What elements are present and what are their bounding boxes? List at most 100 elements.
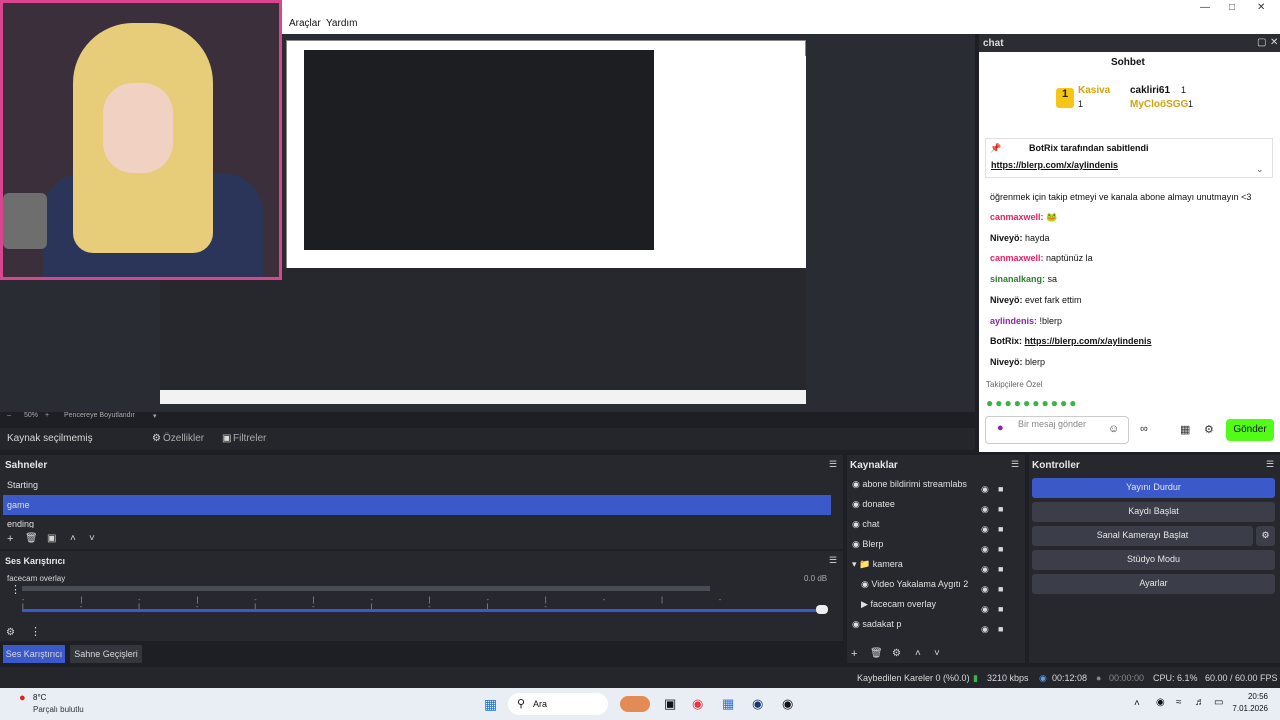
emoji-icon[interactable]: ☺ <box>1108 423 1119 435</box>
chevron-up-icon[interactable]: ˄ <box>1134 698 1140 709</box>
more-options-icon[interactable]: ⋮ <box>30 625 41 638</box>
visibility-eye-icon[interactable]: ◉ ◉ ◉ ◉ ◉ ◉ ◉ ◉ <box>981 479 989 639</box>
stop-stream-button[interactable]: Yayını Durdur <box>1032 478 1275 498</box>
store-icon[interactable]: ▦ <box>722 696 734 712</box>
menu-tools[interactable]: Araçlar <box>289 18 321 29</box>
gear-icon[interactable]: ⚙ <box>1204 423 1214 436</box>
tab-mixer[interactable]: Ses Karıştırıcı <box>3 645 65 663</box>
pin-icon: 📌 <box>990 143 1002 153</box>
webcam-mug <box>3 193 47 249</box>
chevron-down-icon[interactable]: ˅ <box>89 533 95 544</box>
scene-item[interactable]: game <box>7 500 30 510</box>
tab-transitions[interactable]: Sahne Geçişleri <box>70 645 142 663</box>
filter-icon[interactable]: ▣ <box>47 533 56 544</box>
filter-icon: ▣ <box>222 433 232 444</box>
filters-button[interactable]: Filtreler <box>233 433 266 444</box>
chrome-icon[interactable]: ◉ <box>692 696 703 712</box>
preview-zoom-row: – 50% + Pencereye Boyutlandır ▾ <box>0 412 975 424</box>
pinned-link[interactable]: https://blerp.com/x/aylindenis <box>991 160 1118 170</box>
chevron-up-icon[interactable]: ˄ <box>915 648 921 659</box>
meter-scale: -|-|-|-|-|-|-|-|-|-|-|- <box>22 597 778 611</box>
chevron-down-icon[interactable]: ˅ <box>934 648 940 659</box>
close-icon[interactable]: ✕ <box>1270 37 1278 48</box>
virtual-cam-settings-button[interactable]: ⚙ <box>1256 526 1275 546</box>
chat-message: canmaxwell: naptünüz la <box>990 253 1093 263</box>
widget-thumbnail[interactable] <box>620 696 650 712</box>
source-item[interactable]: ◉ Blerp <box>852 539 883 550</box>
volume-slider[interactable] <box>22 609 822 612</box>
zoom-level[interactable]: 50% <box>24 412 38 419</box>
start-virtual-cam-button[interactable]: Sanal Kamerayı Başlat <box>1032 526 1253 546</box>
task-view-icon[interactable]: ▣ <box>664 696 676 712</box>
undock-icon[interactable]: ▢ <box>1257 37 1266 48</box>
fit-window-button[interactable]: Pencereye Boyutlandır <box>64 412 135 419</box>
nested-obs-preview <box>304 50 654 250</box>
chevron-down-icon[interactable]: ▾ <box>852 559 857 569</box>
expand-chevron-icon[interactable]: ⌄ <box>1256 164 1264 175</box>
chat-message: aylindenis: !blerp <box>990 316 1063 326</box>
volume-slider-handle[interactable] <box>816 605 828 614</box>
clock-time[interactable]: 20:56 <box>1232 692 1268 701</box>
source-item[interactable]: ◉ donatee <box>852 499 895 510</box>
more-options-icon[interactable]: ⋮ <box>10 583 21 596</box>
minimize-icon[interactable]: — <box>1200 2 1210 13</box>
dock-menu-icon[interactable]: ☰ <box>1011 459 1019 470</box>
trash-icon[interactable]: 🗑 <box>870 648 883 659</box>
zoom-minus-icon[interactable]: – <box>7 412 11 419</box>
dock-menu-icon[interactable]: ☰ <box>829 459 837 470</box>
windows-start-icon[interactable]: ▦ <box>484 696 497 713</box>
chat-input-placeholder[interactable]: Bir mesaj gönder <box>1018 419 1088 430</box>
mixer-dock <box>0 551 843 641</box>
weather-icon[interactable]: ● <box>19 692 26 704</box>
add-icon[interactable]: + <box>7 533 13 545</box>
scene-item-selected[interactable] <box>3 495 831 515</box>
source-item[interactable]: ▶ facecam overlay <box>861 599 936 610</box>
dock-menu-icon[interactable]: ☰ <box>1266 459 1274 470</box>
dock-menu-icon[interactable]: ☰ <box>829 555 837 566</box>
source-item[interactable]: ◉ sadakat p <box>852 619 901 630</box>
add-icon[interactable]: + <box>851 648 857 660</box>
globe-icon: ◉ <box>852 619 860 629</box>
shop-icon[interactable]: ▦ <box>1180 423 1190 436</box>
source-item[interactable]: ◉ Video Yakalama Aygıtı 2 <box>861 579 968 590</box>
obs-icon[interactable]: ◉ <box>782 696 793 712</box>
zoom-plus-icon[interactable]: + <box>45 412 49 419</box>
settings-button[interactable]: Ayarlar <box>1032 574 1275 594</box>
lock-icon[interactable]: ■ ■ ■ ■ ■ ■ ■ ■ <box>998 479 1003 639</box>
volume-icon[interactable]: ♬ <box>1195 697 1205 708</box>
start-recording-button[interactable]: Kaydı Başlat <box>1032 502 1275 522</box>
source-group[interactable]: ▾ 📁 kamera <box>852 559 903 570</box>
mic-icon[interactable]: ● <box>997 422 1004 434</box>
chevron-up-icon[interactable]: ˄ <box>70 533 76 544</box>
gifter-count-2: 1 <box>1181 85 1187 95</box>
fps: 60.00 / 60.00 FPS <box>1205 673 1278 683</box>
scene-item[interactable]: ending <box>7 519 34 528</box>
scenes-title: Sahneler <box>5 460 48 471</box>
clock-date[interactable]: 7.01.2026 <box>1226 704 1268 713</box>
studio-mode-button[interactable]: Stüdyo Modu <box>1032 550 1275 570</box>
send-button[interactable]: Gönder <box>1226 419 1274 441</box>
scene-item[interactable]: Starting <box>7 480 38 490</box>
close-icon[interactable]: ✕ <box>1257 2 1265 13</box>
search-label[interactable]: Ara <box>533 699 547 709</box>
chevron-down-icon[interactable]: ▾ <box>153 412 157 420</box>
gift-icon[interactable]: ∞ <box>1140 423 1148 435</box>
source-item[interactable]: ◉ chat <box>852 519 879 530</box>
wifi-icon[interactable]: ≈ <box>1176 697 1182 708</box>
live-time: 00:12:08 <box>1052 673 1088 683</box>
weather-desc: Parçalı bulutlu <box>33 705 84 714</box>
trash-icon[interactable]: 🗑 <box>25 533 38 544</box>
properties-button[interactable]: Özellikler <box>163 433 204 444</box>
source-item[interactable]: ◉ abone bildirimi streamlabs <box>852 479 967 490</box>
record-icon: ● <box>1096 673 1102 683</box>
maximize-icon[interactable]: □ <box>1229 2 1235 13</box>
battery-icon[interactable]: ▭ <box>1214 697 1223 708</box>
gear-icon[interactable]: ⚙ <box>892 648 901 659</box>
menu-help[interactable]: Yardım <box>326 18 358 29</box>
steam-icon[interactable]: ◉ <box>752 696 763 712</box>
gifter-name-3: MyCloöSGG <box>1130 99 1189 110</box>
tray-app-icon[interactable]: ◉ <box>1156 697 1165 708</box>
gear-icon[interactable]: ⚙ <box>6 627 15 638</box>
mixer-db-value: 0.0 dB <box>804 574 828 583</box>
emote-bar[interactable]: ●●●●●●●●●● <box>986 396 1078 410</box>
